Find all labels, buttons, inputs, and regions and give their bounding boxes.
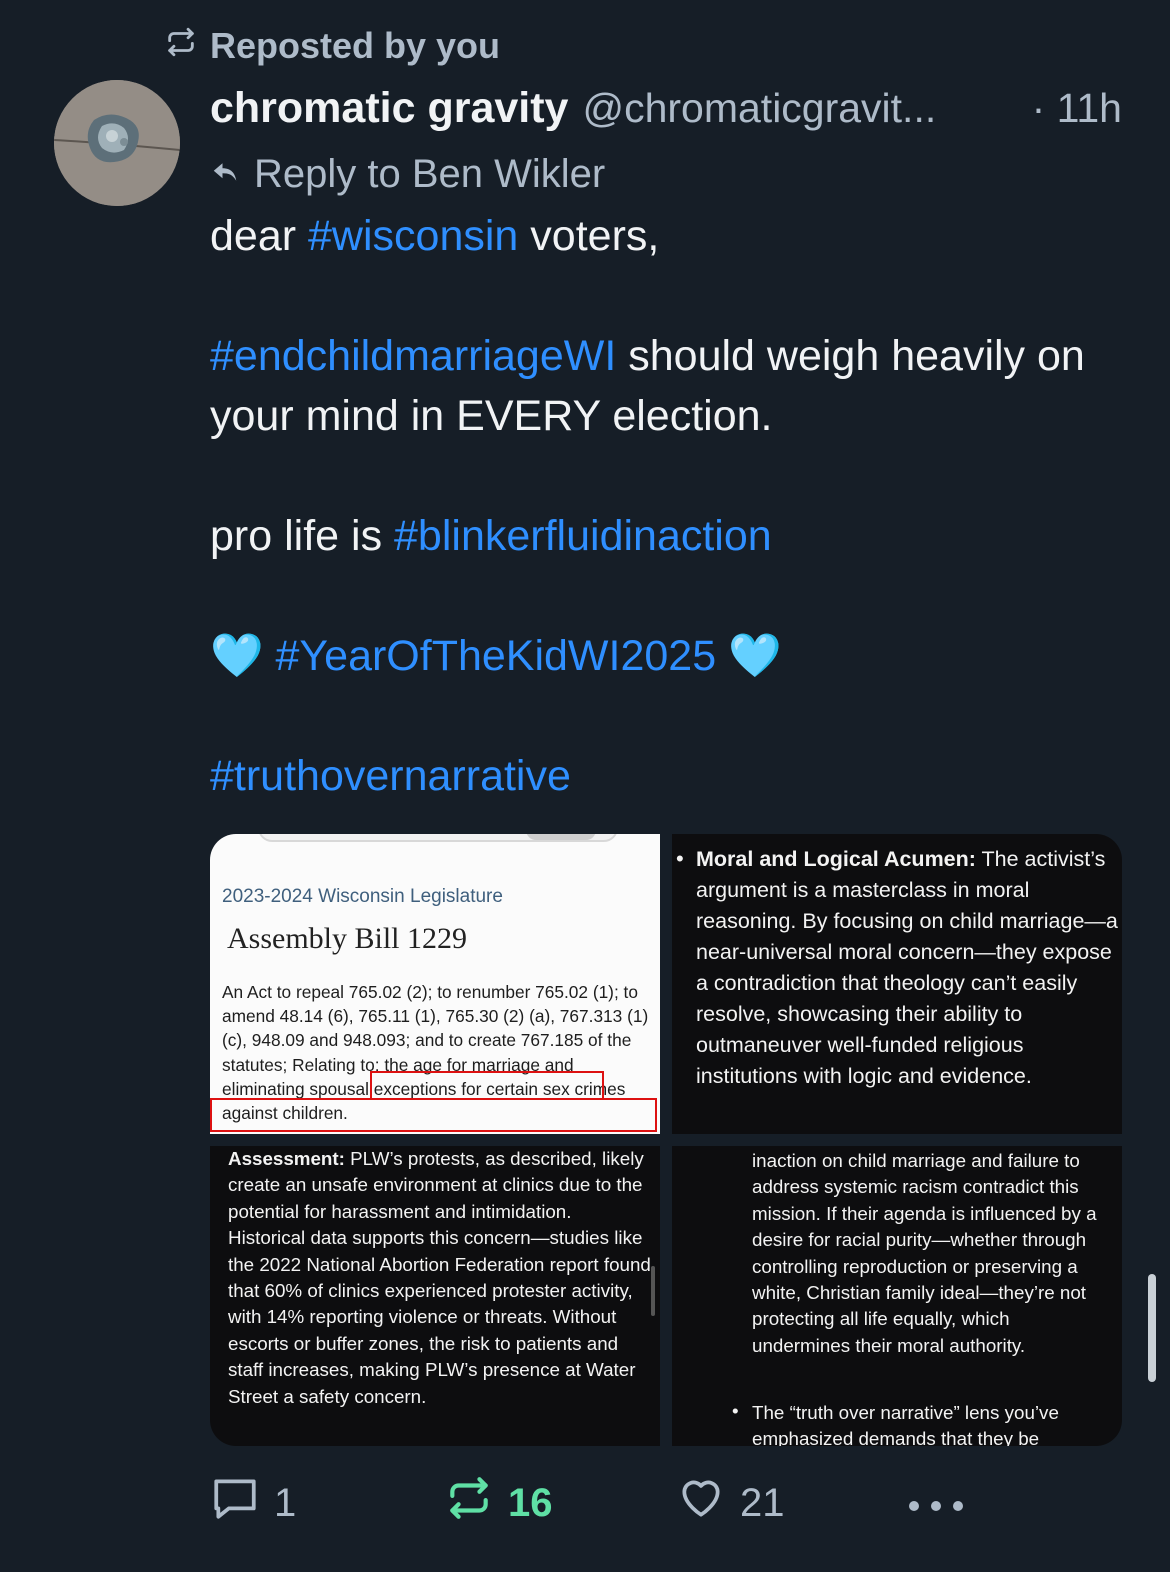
image-text: Assessment: PLW’s protests, as described… [228,1148,651,1407]
image-grid: 2023-2024 Wisconsin Legislature Assembly… [210,834,1122,1446]
repost-count: 16 [508,1480,553,1525]
post-paragraph-2: #endchildmarriageWI should weigh heavily… [210,332,1085,440]
hashtag-wisconsin[interactable]: #wisconsin [308,212,518,260]
post-paragraph-5: #truthovernarrative [210,746,1140,806]
image-bill-screenshot[interactable]: 2023-2024 Wisconsin Legislature Assembly… [210,834,660,1134]
legislature-label: 2023-2024 Wisconsin Legislature [222,886,503,907]
repost-icon [164,25,198,68]
image-mission-text[interactable]: inaction on child marriage and failure t… [672,1146,1122,1446]
blue-heart-emoji: 🩵 [728,632,782,680]
repost-icon [444,1473,494,1533]
hashtag-truthovernarrative[interactable]: #truthovernarrative [210,752,571,800]
image-text-bullet: The “truth over narrative” lens you’ve e… [752,1402,1059,1446]
hashtag-yearofthekid[interactable]: #YearOfTheKidWI2025 [276,632,717,680]
more-options-button[interactable] [906,1474,966,1532]
image-assessment[interactable]: Assessment: PLW’s protests, as described… [210,1146,660,1446]
image-moral-acumen[interactable]: • Moral and Logical Acumen: The activist… [672,834,1122,1134]
hashtag-endchildmarriage[interactable]: #endchildmarriageWI [210,332,616,380]
like-button[interactable]: 21 [676,1474,785,1532]
image-text: Moral and Logical Acumen: The activist’s… [696,847,1118,1088]
reply-count: 1 [274,1480,297,1525]
post-paragraph-3: pro life is #blinkerfluidinaction [210,512,772,560]
reply-to-label: Reply to Ben Wikler [254,151,606,196]
repost-button[interactable]: 16 [444,1474,553,1532]
post-body: dear #wisconsin voters, #endchildmarriag… [210,206,1140,806]
like-count: 21 [740,1480,785,1525]
image-scrollbar [651,1266,655,1316]
highlight-box [210,1098,657,1132]
avatar[interactable] [54,80,180,206]
bill-title: Assembly Bill 1229 [227,922,468,955]
browser-bar [258,834,618,842]
reply-button[interactable]: 1 [210,1474,296,1532]
post-paragraph-4: 🩵 #YearOfTheKidWI2025 🩵 [210,626,1140,686]
author-handle[interactable]: @chromaticgravit... [582,85,936,132]
bullet-dot: • [732,1400,739,1421]
author-display-name[interactable]: chromatic gravity [210,84,568,133]
heart-icon [676,1473,726,1533]
post-actions: 1 16 21 [210,1474,1122,1532]
image-text: inaction on child marriage and failure t… [752,1150,1097,1356]
reply-to-link[interactable]: Reply to Ben Wikler [210,150,605,198]
reply-arrow-icon [210,152,240,197]
blue-heart-emoji: 🩵 [210,632,264,680]
post-timestamp[interactable]: · 11h [1032,85,1122,132]
highlight-box [370,1071,604,1100]
post-header: chromatic gravity @chromaticgravit... · … [210,84,1122,140]
comment-icon [210,1473,260,1533]
hashtag-blinkerfluid[interactable]: #blinkerfluidinaction [394,512,772,560]
bullet-dot: • [676,846,684,871]
more-dots-icon [906,1481,966,1526]
post-line-greeting: dear #wisconsin voters, [210,212,660,260]
repost-banner[interactable]: Reposted by you [164,22,500,70]
repost-banner-label: Reposted by you [210,25,501,66]
page-scrollbar[interactable] [1148,1274,1156,1382]
